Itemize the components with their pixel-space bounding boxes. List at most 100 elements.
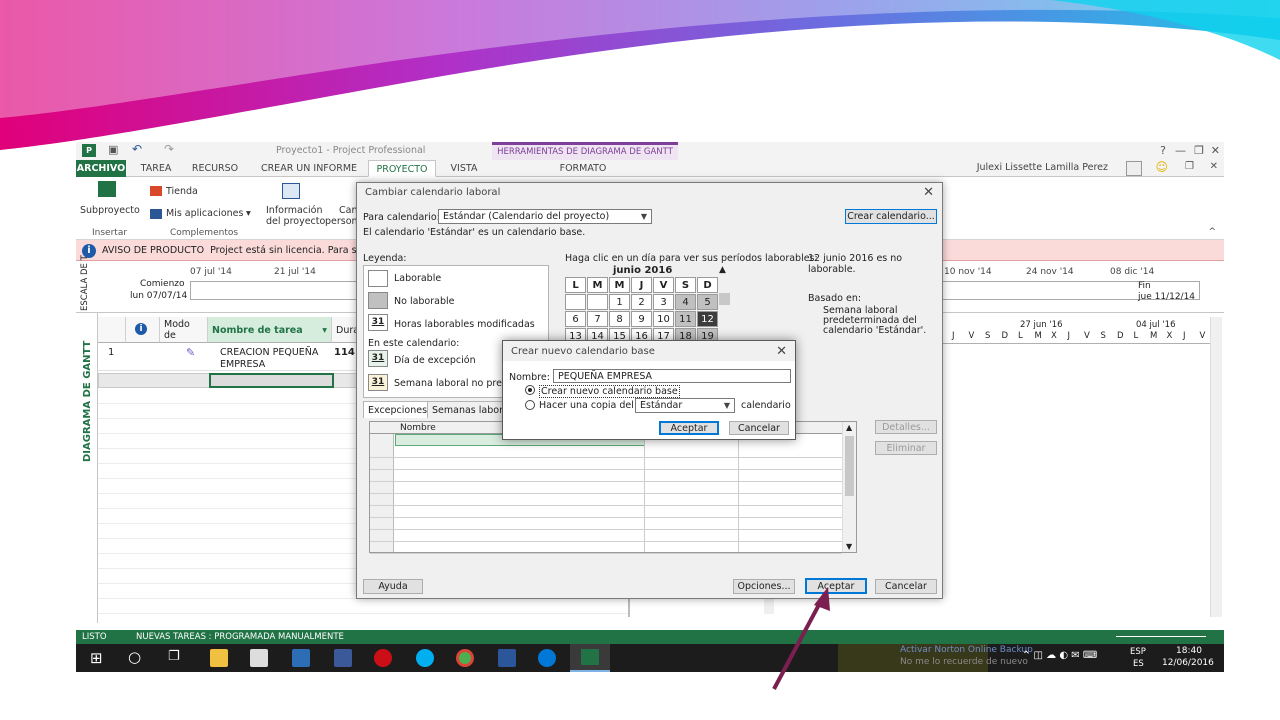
tab-archivo[interactable]: ARCHIVO <box>76 160 126 177</box>
calendar-day[interactable]: 2 <box>631 294 652 310</box>
chevron-down-icon[interactable]: ▾ <box>322 325 327 336</box>
radio-create-new[interactable] <box>525 385 535 395</box>
name-input[interactable]: PEQUEÑA EMPRESA <box>553 369 791 383</box>
language-line2[interactable]: ES <box>1133 659 1144 669</box>
windows-start-icon[interactable]: ⊞ <box>90 649 103 667</box>
task-name-cell[interactable]: CREACION PEQUEÑA EMPRESA <box>220 347 330 371</box>
clock-time[interactable]: 18:40 <box>1176 646 1202 656</box>
status-new-tasks[interactable]: NUEVAS TAREAS : PROGRAMADA MANUALMENTE <box>136 630 344 644</box>
chrome-icon[interactable] <box>456 649 474 667</box>
language-line1[interactable]: ESP <box>1130 647 1146 657</box>
restore-doc-icon[interactable]: ❐ <box>1185 161 1194 172</box>
info-proyecto-line1[interactable]: Información <box>266 205 323 216</box>
opera-icon[interactable] <box>374 649 392 667</box>
radio-make-copy-label[interactable]: Hacer una copia del <box>539 400 634 411</box>
calendar-day[interactable]: 12 <box>697 311 718 327</box>
table-row[interactable] <box>370 542 842 554</box>
radio-make-copy[interactable] <box>525 400 535 410</box>
custom-fields-line2[interactable]: person <box>325 216 358 227</box>
tab-proyecto[interactable]: PROYECTO <box>368 160 436 177</box>
avatar[interactable] <box>1126 161 1142 176</box>
table-row[interactable] <box>370 530 842 542</box>
table-row[interactable] <box>370 470 842 482</box>
tab-vista[interactable]: VISTA <box>442 160 486 177</box>
cancel-button[interactable]: Cancelar <box>875 579 937 594</box>
tray-icons[interactable]: ⌃ ◫ ☁ ◐ ✉ ⌨ <box>1022 650 1097 661</box>
radio-create-new-label[interactable]: Crear nuevo calendario base <box>539 385 680 398</box>
file-explorer-icon[interactable] <box>210 649 228 667</box>
close-icon[interactable]: ✕ <box>923 185 934 200</box>
calendar-day[interactable]: 8 <box>609 311 630 327</box>
collapse-ribbon-icon[interactable]: ^ <box>1208 227 1216 237</box>
header-info[interactable]: i <box>126 317 160 343</box>
table-row[interactable] <box>370 518 842 530</box>
calendar-day[interactable]: 1 <box>609 294 630 310</box>
close-doc-icon[interactable]: ✕ <box>1210 161 1218 172</box>
calendar-day[interactable]: 3 <box>653 294 674 310</box>
tab-crear-informe[interactable]: CREAR UN INFORME <box>254 160 364 177</box>
tab-recurso[interactable]: RECURSO <box>186 160 244 177</box>
calendar-day[interactable]: 4 <box>675 294 696 310</box>
calendar-day[interactable]: 11 <box>675 311 696 327</box>
selected-cell[interactable] <box>209 373 334 388</box>
info-proyecto-line2[interactable]: del proyecto <box>266 216 325 227</box>
minimize-icon[interactable]: — <box>1175 144 1186 157</box>
tab-tarea[interactable]: TAREA <box>134 160 178 177</box>
chevron-down-icon[interactable]: ▼ <box>724 399 730 413</box>
month-scroll-thumb[interactable] <box>719 293 730 305</box>
delete-button[interactable]: Eliminar <box>875 441 937 455</box>
subproyecto-button[interactable]: Subproyecto <box>80 205 140 216</box>
scroll-up-icon[interactable]: ▲ <box>846 423 852 432</box>
create-calendar-button[interactable]: Crear calendario... <box>845 209 937 224</box>
facebook-icon[interactable] <box>334 649 352 667</box>
month-scroll-up[interactable]: ▲ <box>719 265 726 275</box>
table-row[interactable] <box>370 506 842 518</box>
cortana-icon[interactable]: ○ <box>128 648 141 666</box>
norton-line1[interactable]: Activar Norton Online Backup <box>900 645 1033 655</box>
accept-button[interactable]: Aceptar <box>659 421 719 435</box>
table-row[interactable] <box>370 482 842 494</box>
clock-date[interactable]: 12/06/2016 <box>1162 658 1214 668</box>
header-task-name[interactable]: Nombre de tarea ▾ <box>208 317 332 343</box>
chevron-down-icon[interactable]: ▾ <box>246 208 251 219</box>
help-button[interactable]: Ayuda <box>363 579 423 594</box>
exceptions-table[interactable]: Nombre ▲ ▼ <box>369 421 857 554</box>
norton-line2[interactable]: No me lo recuerde de nuevo <box>900 657 1028 667</box>
table-row[interactable] <box>370 458 842 470</box>
task-view-icon[interactable]: ❐ <box>168 649 180 664</box>
scroll-thumb[interactable] <box>845 436 854 496</box>
close-icon[interactable]: ✕ <box>776 344 787 359</box>
redo-icon[interactable]: ↷ <box>164 142 174 156</box>
zoom-slider[interactable] <box>1116 636 1206 637</box>
table-row[interactable] <box>370 446 842 458</box>
details-button[interactable]: Detalles... <box>875 420 937 434</box>
chevron-down-icon[interactable]: ▼ <box>641 210 647 224</box>
skype-icon[interactable] <box>416 649 434 667</box>
help-icon[interactable]: ? <box>1160 144 1166 157</box>
calendar-day[interactable]: 5 <box>697 294 718 310</box>
project-taskbar-button[interactable] <box>570 644 610 672</box>
app-icon[interactable] <box>292 649 310 667</box>
calendar-select[interactable]: Estándar (Calendario del proyecto) ▼ <box>438 209 652 224</box>
exceptions-scrollbar[interactable]: ▲ ▼ <box>842 422 856 552</box>
tab-exceptions[interactable]: Excepciones <box>363 401 433 418</box>
calendar-day[interactable]: 7 <box>587 311 608 327</box>
header-mode[interactable]: Modo de <box>160 317 208 343</box>
smiley-icon[interactable]: ☺ <box>1155 160 1168 174</box>
mis-aplicaciones-button[interactable]: Mis aplicaciones <box>166 208 243 219</box>
copy-calendar-select[interactable]: Estándar ▼ <box>635 398 735 413</box>
store-icon[interactable] <box>250 649 268 667</box>
calendar-day[interactable]: 6 <box>565 311 586 327</box>
close-icon[interactable]: ✕ <box>1211 144 1220 157</box>
calendar-day[interactable]: 9 <box>631 311 652 327</box>
save-icon[interactable]: ▣ <box>108 143 118 156</box>
cancel-button[interactable]: Cancelar <box>729 421 789 435</box>
calendar-day[interactable]: 10 <box>653 311 674 327</box>
restore-icon[interactable]: ❐ <box>1194 144 1204 157</box>
custom-fields-line1[interactable]: Can <box>339 205 357 216</box>
undo-icon[interactable]: ↶ <box>132 142 142 156</box>
vertical-scrollbar[interactable] <box>1210 317 1222 617</box>
table-row[interactable] <box>370 494 842 506</box>
scroll-down-icon[interactable]: ▼ <box>846 542 852 551</box>
tienda-button[interactable]: Tienda <box>166 186 198 197</box>
